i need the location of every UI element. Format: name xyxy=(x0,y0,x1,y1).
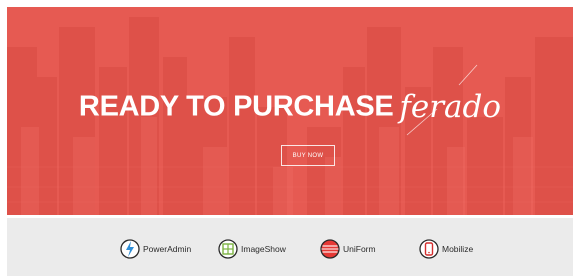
hero-headline: READY TO PURCHASE ferado xyxy=(7,89,573,125)
power-admin-icon xyxy=(120,239,140,259)
partner-name: UniForm xyxy=(343,244,376,254)
image-show-icon xyxy=(218,239,238,259)
brand-name: ferado xyxy=(399,89,502,125)
partner-name: PowerAdmin xyxy=(143,244,192,254)
headline-text: READY TO PURCHASE xyxy=(78,90,394,123)
uniform-icon xyxy=(320,239,340,259)
partner-imageshow[interactable]: ImageShow xyxy=(218,238,286,260)
mobilize-icon xyxy=(419,239,439,259)
hero-banner: READY TO PURCHASE ferado BUY NOW xyxy=(7,7,573,215)
partner-mobilize[interactable]: Mobilize xyxy=(419,238,473,260)
partner-name: ImageShow xyxy=(241,244,286,254)
partner-poweradmin[interactable]: PowerAdmin xyxy=(120,238,191,260)
partner-uniform[interactable]: UniForm xyxy=(320,238,376,260)
partner-name: Mobilize xyxy=(442,244,474,254)
partner-logos-strip: PowerAdmin ImageShow UniForm Mobilize xyxy=(7,218,573,276)
buy-now-button[interactable]: BUY NOW xyxy=(281,145,335,166)
